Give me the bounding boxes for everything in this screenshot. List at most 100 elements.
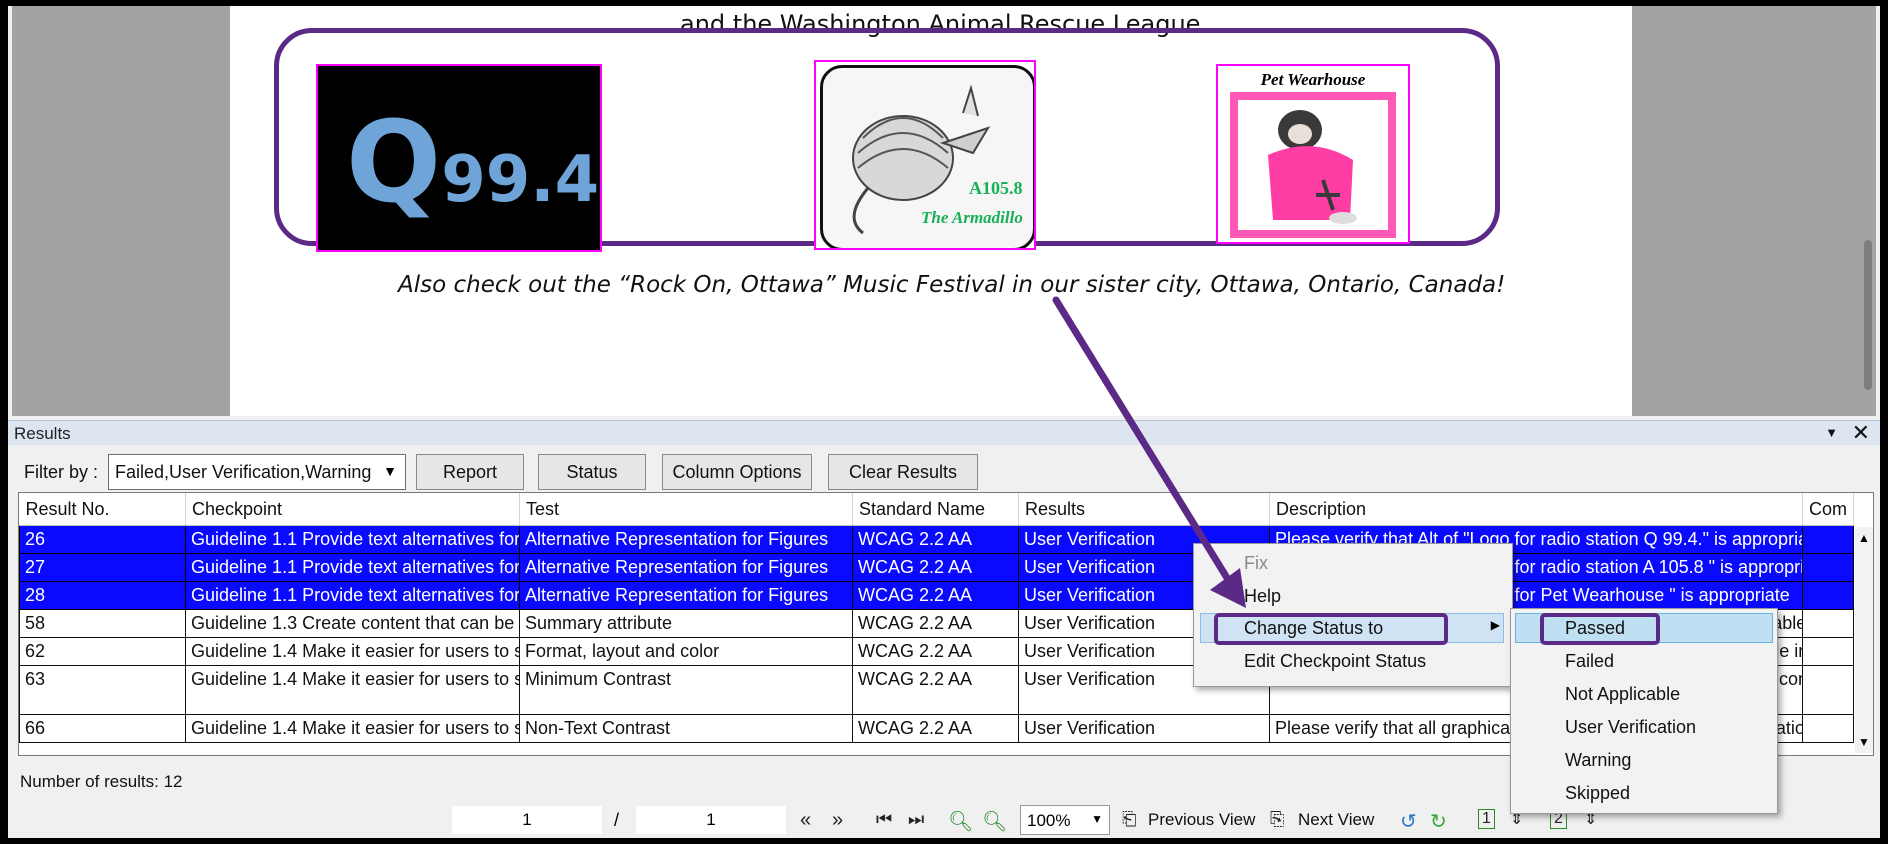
not-applicable-menu-item[interactable]: Not Applicable	[1565, 684, 1680, 705]
submenu-arrow-icon: ▶	[1490, 618, 1500, 632]
status-button[interactable]: Status	[538, 454, 646, 490]
chevron-down-icon: ▼	[1091, 812, 1103, 826]
checkpoint-cell: Guideline 1.4 Make it easier for users t…	[185, 714, 520, 743]
column-header[interactable]: Description	[1269, 493, 1803, 526]
scroll-down-icon[interactable]: ▼	[1858, 735, 1870, 749]
passed-annotation-box	[1540, 613, 1660, 645]
pet-logo-frame	[1230, 92, 1396, 238]
table-row[interactable]: 26 Guideline 1.1 Provide text alternative…	[19, 525, 1854, 554]
report-button[interactable]: Report	[416, 454, 524, 490]
test-cell: Non-Text Contrast	[519, 714, 853, 743]
document-bottom-text: Also check out the “Rock On, Ottawa” Mus…	[398, 272, 1506, 298]
next-view-icon: ⎘	[1270, 809, 1285, 829]
comment-cell	[1802, 714, 1854, 743]
result-no-cell: 66	[19, 714, 186, 743]
current-page-input[interactable]: 1	[452, 806, 602, 834]
close-icon[interactable]: ✕	[1852, 420, 1870, 446]
comment-cell	[1802, 609, 1854, 638]
zoom-select[interactable]: 100% ▼	[1020, 805, 1110, 835]
previous-view-button[interactable]: Previous View	[1148, 810, 1255, 830]
single-page-icon[interactable]: 1	[1478, 809, 1495, 829]
triangle-down-icon[interactable]: ▼	[1825, 425, 1838, 440]
results-panel-title: Results	[14, 424, 71, 443]
checkpoint-cell: Guideline 1.4 Make it easier for users t…	[185, 665, 520, 715]
total-pages-field: 1	[636, 806, 786, 834]
checkpoint-cell: Guideline 1.1 Provide text alternatives …	[185, 525, 520, 554]
last-page-icon[interactable]: ⏭	[908, 809, 924, 830]
column-header[interactable]: Test	[519, 493, 853, 526]
filter-select[interactable]: Failed,User Verification,Warning ▼	[108, 454, 406, 490]
user-verification-menu-item[interactable]: User Verification	[1565, 717, 1696, 738]
rotate-right-icon[interactable]: ↻	[1430, 809, 1447, 834]
result-no-cell: 27	[19, 553, 186, 582]
scroll-up-icon[interactable]: ▲	[1858, 531, 1870, 545]
checkpoint-cell: Guideline 1.4 Make it easier for users t…	[185, 637, 520, 666]
viewer-scrollbar-thumb[interactable]	[1864, 240, 1872, 390]
dog-icon	[1268, 110, 1357, 224]
result-no-cell: 63	[19, 665, 186, 715]
document-page: and the Washington Animal Rescue League.…	[230, 6, 1632, 416]
standard-name-cell: WCAG 2.2 AA	[852, 525, 1019, 554]
fix-menu-item[interactable]: Fix	[1244, 553, 1268, 574]
armadillo-logo-number: A105.8	[969, 178, 1023, 198]
column-header[interactable]: Standard Name	[852, 493, 1019, 526]
armadillo-logo[interactable]: A105.8 The Armadillo	[814, 60, 1036, 250]
pet-wearhouse-logo[interactable]: Pet Wearhouse	[1216, 64, 1410, 244]
table-scrollbar[interactable]: ▲ ▼	[1855, 527, 1873, 753]
standard-name-cell: WCAG 2.2 AA	[852, 714, 1019, 743]
document-viewer[interactable]: and the Washington Animal Rescue League.…	[12, 6, 1876, 416]
next-view-button[interactable]: Next View	[1298, 810, 1374, 830]
test-cell: Format, layout and color	[519, 637, 853, 666]
comment-cell	[1802, 665, 1854, 715]
warning-menu-item[interactable]: Warning	[1565, 750, 1631, 771]
edit-checkpoint-status-menu-item[interactable]: Edit Checkpoint Status	[1244, 651, 1426, 672]
column-header[interactable]: Result No.	[19, 493, 186, 526]
standard-name-cell: WCAG 2.2 AA	[852, 581, 1019, 610]
result-no-cell: 26	[19, 525, 186, 554]
checkpoint-cell: Guideline 1.1 Provide text alternatives …	[185, 553, 520, 582]
zoom-in-icon[interactable]: 🔍︎	[982, 809, 1007, 834]
clear-results-button[interactable]: Clear Results	[828, 454, 978, 490]
column-header[interactable]: Checkpoint	[185, 493, 520, 526]
table-row[interactable]: 27 Guideline 1.1 Provide text alternative…	[19, 553, 1854, 582]
results-count: Number of results: 12	[20, 772, 183, 791]
results-toolbar: Filter by : Failed,User Verification,War…	[8, 452, 1880, 492]
rotate-left-icon[interactable]: ↺	[1400, 809, 1417, 834]
comment-cell	[1802, 637, 1854, 666]
filter-value: Failed,User Verification,Warning	[115, 462, 372, 482]
test-cell: Alternative Representation for Figures	[519, 581, 853, 610]
zoom-out-icon[interactable]: 🔍︎	[948, 809, 973, 834]
chevron-down-icon: ▼	[383, 463, 397, 479]
change-status-annotation-box	[1214, 613, 1448, 645]
test-cell: Summary attribute	[519, 609, 853, 638]
test-cell: Minimum Contrast	[519, 665, 853, 715]
filter-label: Filter by :	[24, 462, 99, 482]
test-cell: Alternative Representation for Figures	[519, 553, 853, 582]
double-chevron-left-icon[interactable]: «	[800, 809, 811, 832]
page-separator: /	[614, 810, 620, 830]
table-header-row: Result No. Checkpoint Test Standard Name…	[19, 493, 1854, 526]
standard-name-cell: WCAG 2.2 AA	[852, 553, 1019, 582]
double-chevron-right-icon[interactable]: »	[832, 809, 843, 832]
column-options-button[interactable]: Column Options	[662, 454, 812, 490]
skipped-menu-item[interactable]: Skipped	[1565, 783, 1630, 804]
table-row[interactable]: 28 Guideline 1.1 Provide text alternative…	[19, 581, 1854, 610]
armadillo-logo-frame: A105.8 The Armadillo	[820, 65, 1034, 248]
help-menu-item[interactable]: Help	[1244, 586, 1281, 607]
q-logo-text: Q99.4	[346, 98, 600, 228]
radio-q-logo[interactable]: Q99.4	[316, 64, 602, 252]
comment-cell	[1802, 581, 1854, 610]
results-cell: User Verification	[1018, 714, 1270, 743]
standard-name-cell: WCAG 2.2 AA	[852, 665, 1019, 715]
column-header[interactable]: Com	[1802, 493, 1854, 526]
column-header[interactable]: Results	[1018, 493, 1270, 526]
standard-name-cell: WCAG 2.2 AA	[852, 609, 1019, 638]
zoom-value: 100%	[1027, 811, 1071, 830]
result-no-cell: 58	[19, 609, 186, 638]
first-page-icon[interactable]: ⏮	[876, 809, 892, 830]
results-panel-header: Results ▼ ✕	[8, 420, 1880, 445]
checkpoint-cell: Guideline 1.3 Create content that can be…	[185, 609, 520, 638]
armadillo-logo-name: The Armadillo	[921, 208, 1023, 227]
previous-view-icon: ⎗	[1122, 809, 1137, 829]
failed-menu-item[interactable]: Failed	[1565, 651, 1614, 672]
